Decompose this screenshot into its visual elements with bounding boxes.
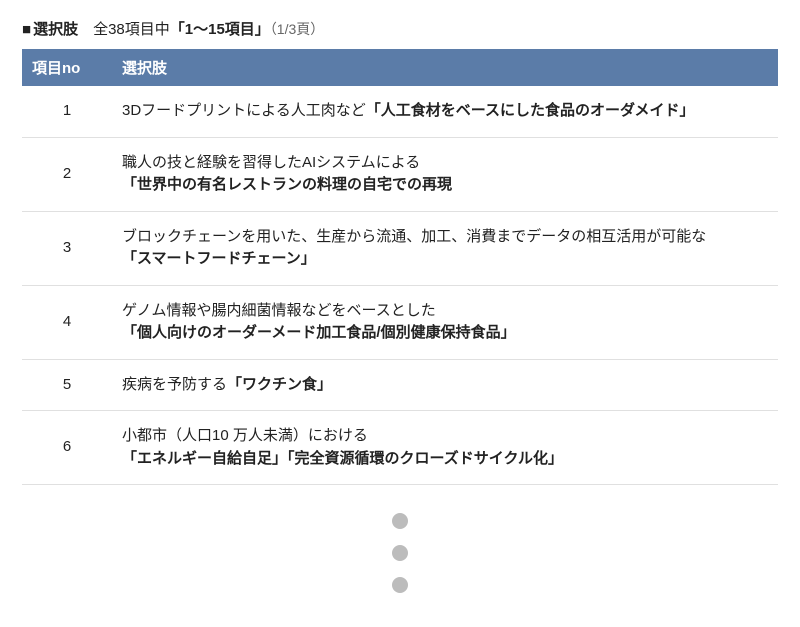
row-option: ブロックチェーンを用いた、生産から流通、加工、消費までデータの相互活用が可能な「… [112,211,778,285]
table-row: 2職人の技と経験を習得したAIシステムによる「世界中の有名レストランの料理の自宅… [22,137,778,211]
option-lead: 疾病を予防する [122,376,227,393]
page-title: ■選択肢 全38項目中「1～15項目」（1/3頁） [22,18,778,39]
row-no: 4 [22,285,112,359]
row-no: 6 [22,411,112,485]
table-row: 4ゲノム情報や腸内細菌情報などをベースとした「個人向けのオーダーメード加工食品/… [22,285,778,359]
option-lead: 3Dフードプリントによる人工肉など [122,102,366,119]
ellipsis-dot-icon [392,513,408,529]
row-no: 1 [22,86,112,137]
table-row: 13Dフードプリントによる人工肉など「人工食材をベースにした食品のオーダメイド」 [22,86,778,137]
table-row: 6小都市（人口10 万人未満）における「エネルギー自給自足」「完全資源循環のクロ… [22,411,778,485]
options-table: 項目no 選択肢 13Dフードプリントによる人工肉など「人工食材をベースにした食… [22,49,778,485]
option-bold: 「人工食材をベースにした食品のオーダメイド」 [366,102,695,119]
row-option: 3Dフードプリントによる人工肉など「人工食材をベースにした食品のオーダメイド」 [112,86,778,137]
title-square: ■ [22,21,31,38]
option-lead: ブロックチェーンを用いた、生産から流通、加工、消費までデータの相互活用が可能な [122,228,706,245]
option-bold: 「ワクチン食」 [227,376,332,393]
ellipsis-indicator [22,485,778,593]
row-option: 疾病を予防する「ワクチン食」 [112,359,778,411]
row-option: 職人の技と経験を習得したAIシステムによる「世界中の有名レストランの料理の自宅で… [112,137,778,211]
row-no: 3 [22,211,112,285]
row-no: 2 [22,137,112,211]
option-lead: 職人の技と経験を習得したAIシステムによる [122,154,420,171]
table-header-row: 項目no 選択肢 [22,49,778,86]
page-indicator: （1/3頁） [270,21,324,37]
table-row: 3ブロックチェーンを用いた、生産から流通、加工、消費までデータの相互活用が可能な… [22,211,778,285]
header-col-no: 項目no [22,49,112,86]
row-no: 5 [22,359,112,411]
option-bold: 「個人向けのオーダーメード加工食品/個別健康保持食品」 [122,324,516,341]
ellipsis-dot-icon [392,545,408,561]
row-option: 小都市（人口10 万人未満）における「エネルギー自給自足」「完全資源循環のクロー… [112,411,778,485]
option-bold: 「スマートフードチェーン」 [122,250,316,267]
table-row: 5疾病を予防する「ワクチン食」 [22,359,778,411]
header-col-option: 選択肢 [112,49,778,86]
option-lead: ゲノム情報や腸内細菌情報などをベースとした [122,302,436,319]
option-bold: 「エネルギー自給自足」「完全資源循環のクローズドサイクル化」 [122,450,563,467]
title-text: 選択肢 全38項目中「1～15項目」 [33,21,270,38]
option-bold: 「世界中の有名レストランの料理の自宅での再現 [122,176,452,193]
option-lead: 小都市（人口10 万人未満）における [122,427,368,444]
row-option: ゲノム情報や腸内細菌情報などをベースとした「個人向けのオーダーメード加工食品/個… [112,285,778,359]
ellipsis-dot-icon [392,577,408,593]
